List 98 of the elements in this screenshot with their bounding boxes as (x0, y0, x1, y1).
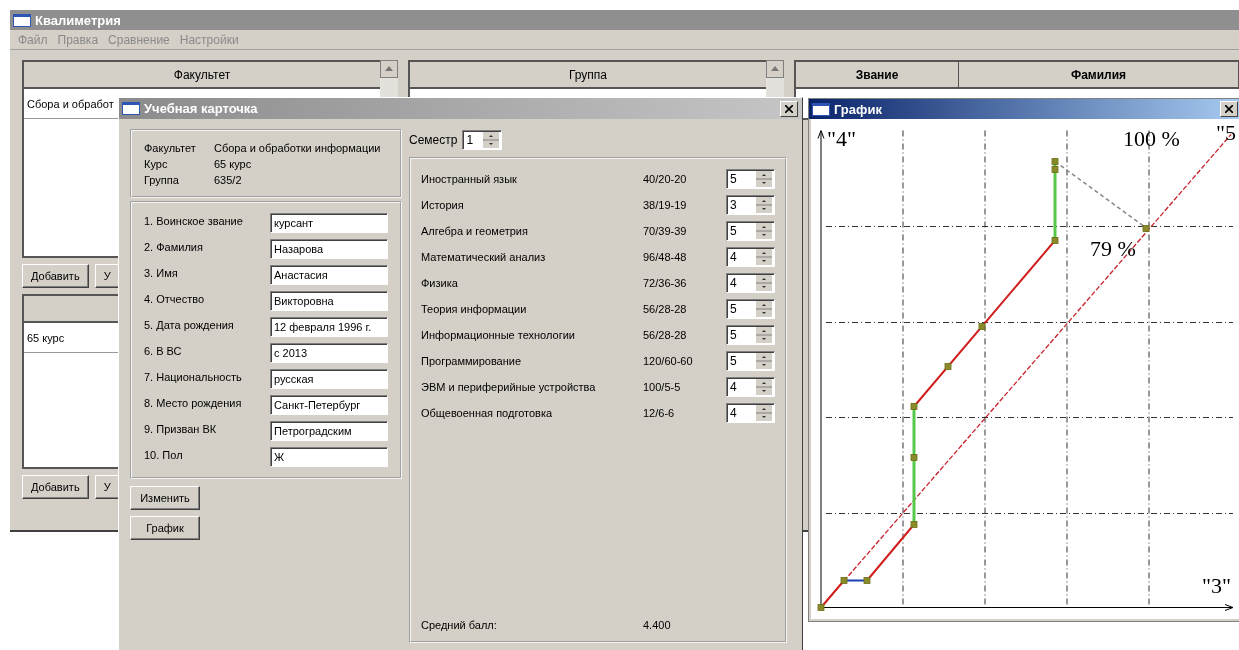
subject-name: Теория информации (421, 302, 528, 315)
info-label: Группа (144, 174, 180, 186)
input-field[interactable]: с 2013 (270, 343, 388, 363)
window-title: График (834, 101, 882, 117)
column-header: Звание (796, 62, 959, 87)
grade-spinbox[interactable]: 4 (726, 377, 775, 397)
add-button[interactable]: Добавить (22, 264, 89, 288)
input-field[interactable]: Ж (270, 447, 388, 467)
subject-hours: 72/36-36 (643, 276, 688, 289)
spin-arrows-icon[interactable] (483, 132, 500, 148)
subject-hours: 70/39-39 (643, 224, 688, 237)
percent-label: 79 % (1090, 235, 1136, 261)
grade-spinbox[interactable]: 5 (726, 351, 775, 371)
field-label: 4. Отчество (144, 292, 206, 305)
scroll-up-icon[interactable] (766, 60, 784, 78)
list-item[interactable]: Сбора и обработ (24, 89, 114, 118)
subject-name: Иностранный язык (421, 172, 518, 185)
close-icon (785, 104, 793, 113)
spin-arrows-icon[interactable] (756, 249, 772, 265)
grade-spinbox[interactable]: 5 (726, 325, 775, 345)
window-icon (122, 102, 140, 115)
subject-hours: 40/20-20 (643, 172, 688, 185)
field-label: 8. Место рождения (144, 396, 243, 409)
subject-hours: 96/48-48 (643, 250, 688, 263)
close-icon (1225, 105, 1233, 113)
percent-label: 100 % (1123, 125, 1180, 151)
grade-spinbox[interactable]: 5 (726, 299, 775, 319)
axis-label: "4" (827, 125, 856, 151)
semester-label: Семестр (409, 133, 458, 147)
spin-arrows-icon[interactable] (756, 171, 772, 187)
average-label: Средний балл: (421, 619, 498, 631)
grade-spinbox[interactable]: 4 (726, 247, 775, 267)
axis-label: "3" (1202, 572, 1231, 598)
input-field[interactable]: Анастасия (270, 265, 388, 285)
close-button[interactable] (1220, 101, 1238, 117)
info-label: Факультет (144, 142, 197, 154)
spin-arrows-icon[interactable] (756, 353, 772, 369)
field-label: 9. Призван ВК (144, 422, 218, 435)
info-value: Сбора и обработки информации (214, 142, 382, 154)
subject-name: Общевоенная подготовка (421, 406, 554, 419)
input-field[interactable]: русская (270, 369, 388, 389)
add-button[interactable]: Добавить (22, 475, 89, 499)
grade-spinbox[interactable]: 5 (726, 169, 775, 189)
subject-hours: 56/28-28 (643, 328, 688, 341)
field-label: 5. Дата рождения (144, 318, 235, 331)
input-field[interactable]: Назарова (270, 239, 388, 259)
subject-name: Информационные технологии (421, 328, 576, 341)
input-field[interactable]: 12 февраля 1996 г. (270, 317, 388, 337)
subject-hours: 100/5-5 (643, 380, 682, 393)
grade-spinbox[interactable]: 4 (726, 273, 775, 293)
axis-label: "5 (1216, 119, 1236, 145)
subject-hours: 38/19-19 (643, 198, 688, 211)
average-value: 4.400 (643, 619, 672, 631)
action-button[interactable]: Изменить (130, 486, 200, 510)
input-field[interactable]: курсант (270, 213, 388, 233)
spin-arrows-icon[interactable] (756, 275, 772, 291)
subject-hours: 120/60-60 (643, 354, 694, 367)
subject-name: Программирование (421, 354, 523, 367)
action-button[interactable]: График (130, 516, 200, 540)
semester-spinbox[interactable]: 1 (462, 130, 503, 150)
spin-arrows-icon[interactable] (756, 223, 772, 239)
field-label: 10. Пол (144, 448, 184, 461)
grade-spinbox[interactable]: 5 (726, 221, 775, 241)
spin-arrows-icon[interactable] (756, 327, 772, 343)
info-label: Курс (144, 158, 169, 170)
spin-arrows-icon[interactable] (756, 405, 772, 421)
scroll-up-icon[interactable] (380, 60, 398, 78)
grade-spinbox[interactable]: 4 (726, 403, 775, 423)
spin-arrows-icon[interactable] (756, 379, 772, 395)
list-item[interactable]: 65 курс (24, 323, 65, 352)
spin-arrows-icon[interactable] (756, 197, 772, 213)
window-icon (812, 102, 830, 116)
input-field[interactable]: Викторовна (270, 291, 388, 311)
subject-hours: 56/28-28 (643, 302, 688, 315)
input-field[interactable]: Санкт-Петербург (270, 395, 388, 415)
field-label: 7. Национальность (144, 370, 243, 383)
field-label: 6. В ВС (144, 344, 183, 357)
window-title: Квалиметрия (35, 12, 121, 28)
field-label: 3. Имя (144, 266, 179, 279)
subject-name: Алгебра и геометрия (421, 224, 529, 237)
subject-name: Математический анализ (421, 250, 547, 263)
column-header: Фамилия (959, 62, 1239, 87)
add-button[interactable]: У (94, 264, 120, 288)
spin-arrows-icon[interactable] (756, 301, 772, 317)
subject-name: Физика (421, 276, 459, 289)
field-label: 1. Воинское звание (144, 214, 244, 227)
info-value: 65 курс (214, 158, 253, 170)
close-button[interactable] (780, 100, 798, 117)
window-icon (13, 13, 31, 27)
grade-spinbox[interactable]: 3 (726, 195, 775, 215)
add-button[interactable]: У (94, 475, 120, 499)
subject-name: ЭВМ и периферийные устройства (421, 380, 597, 393)
subject-hours: 12/6-6 (643, 406, 676, 419)
info-value: 635/2 (214, 174, 243, 186)
window-title: Учебная карточка (144, 101, 258, 116)
field-label: 2. Фамилия (144, 240, 204, 253)
subject-name: История (421, 198, 465, 211)
input-field[interactable]: Петроградским (270, 421, 388, 441)
